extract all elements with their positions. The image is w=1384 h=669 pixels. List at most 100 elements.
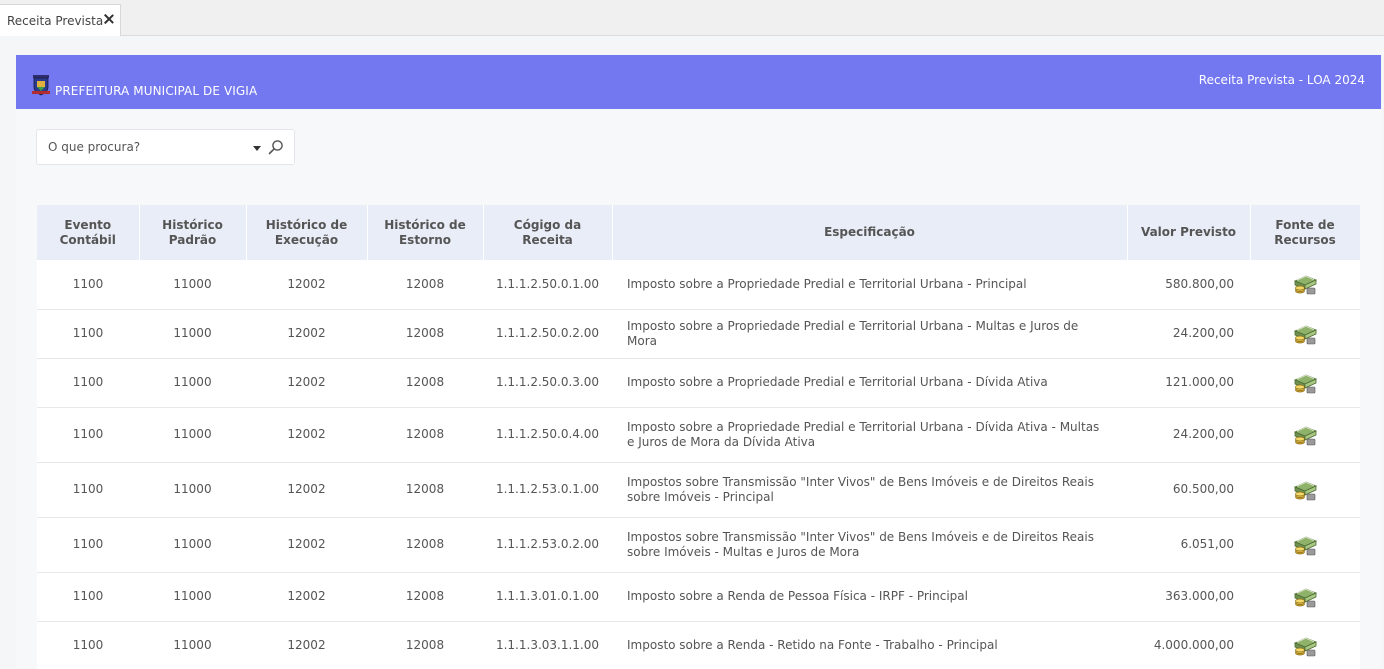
especificacao-cell: Imposto sobre a Propriedade Predial e Te… — [612, 309, 1127, 359]
especificacao-cell: Imposto sobre a Renda - Retido na Fonte … — [612, 621, 1127, 669]
historico-padrao-cell: 11000 — [139, 621, 246, 669]
codigo-receita-cell: 1.1.1.3.03.1.1.00 — [483, 621, 612, 669]
historico-execucao-cell: 12002 — [246, 517, 367, 573]
fonte-recursos-cell[interactable] — [1250, 358, 1360, 408]
column-header: Histórico de Estorno — [367, 205, 484, 260]
evento-contabil-cell: 1100 — [37, 407, 139, 463]
evento-contabil-cell: 1100 — [37, 260, 139, 310]
close-icon[interactable] — [104, 14, 114, 24]
codigo-receita-cell: 1.1.1.2.50.0.2.00 — [483, 309, 612, 359]
tab-bar: Receita Prevista — [0, 0, 1384, 36]
evento-contabil-cell: 1100 — [37, 572, 139, 622]
fonte-recursos-cell[interactable] — [1250, 621, 1360, 669]
fonte-recursos-cell[interactable] — [1250, 260, 1360, 310]
historico-execucao-cell: 12002 — [246, 309, 367, 359]
column-header: Histórico de Execução — [246, 205, 368, 260]
historico-estorno-cell: 12008 — [367, 407, 483, 463]
valor-previsto-cell: 24.200,00 — [1127, 407, 1250, 463]
search-box — [36, 129, 295, 165]
evento-contabil-cell: 1100 — [37, 621, 139, 669]
historico-estorno-cell: 12008 — [367, 260, 483, 310]
historico-estorno-cell: 12008 — [367, 621, 483, 669]
codigo-receita-cell: 1.1.1.2.53.0.2.00 — [483, 517, 612, 573]
money-stack-icon[interactable] — [1292, 322, 1318, 346]
table-row: 1100 11000 12002 12008 1.1.1.2.50.0.1.00 Impo… — [37, 260, 1360, 310]
evento-contabil-cell: 1100 — [37, 517, 139, 573]
table-row: 1100 11000 12002 12008 1.1.1.2.50.0.3.00 Impo… — [37, 358, 1360, 408]
revenue-table-container: Evento Contábil Histórico Padrão Histórico… — [37, 205, 1360, 669]
evento-contabil-cell: 1100 — [37, 309, 139, 359]
column-header: Histórico Padrão — [139, 205, 247, 260]
historico-padrao-cell: 11000 — [139, 572, 246, 622]
table-row: 1100 11000 12002 12008 1.1.1.2.50.0.2.00 Impo… — [37, 309, 1360, 359]
historico-padrao-cell: 11000 — [139, 358, 246, 408]
historico-estorno-cell: 12008 — [367, 517, 483, 573]
evento-contabil-cell: 1100 — [37, 358, 139, 408]
column-header: Evento Contábil — [37, 205, 140, 260]
table-row: 1100 11000 12002 12008 1.1.1.2.53.0.2.00 Impo… — [37, 517, 1360, 573]
money-stack-icon[interactable] — [1292, 634, 1318, 658]
valor-previsto-cell: 4.000.000,00 — [1127, 621, 1250, 669]
historico-execucao-cell: 12002 — [246, 260, 367, 310]
column-header: Fonte de Recursos — [1250, 205, 1360, 260]
codigo-receita-cell: 1.1.1.2.50.0.3.00 — [483, 358, 612, 408]
historico-execucao-cell: 12002 — [246, 621, 367, 669]
codigo-receita-cell: 1.1.1.2.50.0.1.00 — [483, 260, 612, 310]
page-header: PREFEITURA MUNICIPAL DE VIGIA Receita Pr… — [16, 55, 1381, 109]
historico-padrao-cell: 11000 — [139, 517, 246, 573]
table-row: 1100 11000 12002 12008 1.1.1.2.53.0.1.00 Impo… — [37, 462, 1360, 518]
valor-previsto-cell: 121.000,00 — [1127, 358, 1250, 408]
historico-execucao-cell: 12002 — [246, 462, 367, 518]
revenue-table: Evento Contábil Histórico Padrão Histórico… — [37, 205, 1360, 669]
column-header: Valor Previsto — [1127, 205, 1251, 260]
historico-estorno-cell: 12008 — [367, 572, 483, 622]
fonte-recursos-cell[interactable] — [1250, 309, 1360, 359]
fonte-recursos-cell[interactable] — [1250, 517, 1360, 573]
valor-previsto-cell: 24.200,00 — [1127, 309, 1250, 359]
tab-label: Receita Prevista — [7, 13, 104, 28]
fonte-recursos-cell[interactable] — [1250, 407, 1360, 463]
column-header: Cógigo da Receita — [483, 205, 613, 260]
page-title: Receita Prevista - LOA 2024 — [1198, 73, 1365, 87]
organization-name: PREFEITURA MUNICIPAL DE VIGIA — [55, 84, 258, 98]
valor-previsto-cell: 60.500,00 — [1127, 462, 1250, 518]
money-stack-icon[interactable] — [1292, 423, 1318, 447]
valor-previsto-cell: 6.051,00 — [1127, 517, 1250, 573]
historico-padrao-cell: 11000 — [139, 407, 246, 463]
money-stack-icon[interactable] — [1292, 533, 1318, 557]
search-input[interactable] — [48, 138, 238, 156]
money-stack-icon[interactable] — [1292, 272, 1318, 296]
especificacao-cell: Imposto sobre a Propriedade Predial e Te… — [612, 260, 1127, 310]
money-stack-icon[interactable] — [1292, 478, 1318, 502]
table-row: 1100 11000 12002 12008 1.1.1.3.03.1.1.00 Impo… — [37, 621, 1360, 669]
historico-estorno-cell: 12008 — [367, 462, 483, 518]
fonte-recursos-cell[interactable] — [1250, 572, 1360, 622]
valor-previsto-cell: 580.800,00 — [1127, 260, 1250, 310]
evento-contabil-cell: 1100 — [37, 462, 139, 518]
column-header: Especificação — [612, 205, 1128, 260]
historico-padrao-cell: 11000 — [139, 309, 246, 359]
historico-estorno-cell: 12008 — [367, 309, 483, 359]
table-row: 1100 11000 12002 12008 1.1.1.3.01.0.1.00 Impo… — [37, 572, 1360, 622]
table-row: 1100 11000 12002 12008 1.1.1.2.50.0.4.00 Impo… — [37, 407, 1360, 463]
table-header-row: Evento Contábil Histórico Padrão Histórico… — [37, 205, 1360, 260]
money-stack-icon[interactable] — [1292, 585, 1318, 609]
historico-padrao-cell: 11000 — [139, 260, 246, 310]
historico-execucao-cell: 12002 — [246, 358, 367, 408]
caret-down-icon[interactable] — [253, 146, 261, 151]
codigo-receita-cell: 1.1.1.2.50.0.4.00 — [483, 407, 612, 463]
valor-previsto-cell: 363.000,00 — [1127, 572, 1250, 622]
main-content: PREFEITURA MUNICIPAL DE VIGIA Receita Pr… — [16, 55, 1381, 669]
especificacao-cell: Imposto sobre a Propriedade Predial e Te… — [612, 358, 1127, 408]
municipal-crest-icon — [32, 75, 50, 96]
historico-execucao-cell: 12002 — [246, 572, 367, 622]
fonte-recursos-cell[interactable] — [1250, 462, 1360, 518]
historico-estorno-cell: 12008 — [367, 358, 483, 408]
search-icon[interactable] — [268, 139, 284, 155]
especificacao-cell: Imposto sobre a Propriedade Predial e Te… — [612, 407, 1127, 463]
tab-receita-prevista[interactable]: Receita Prevista — [0, 4, 121, 36]
codigo-receita-cell: 1.1.1.3.01.0.1.00 — [483, 572, 612, 622]
money-stack-icon[interactable] — [1292, 371, 1318, 395]
especificacao-cell: Impostos sobre Transmissão "Inter Vivos"… — [612, 462, 1127, 518]
especificacao-cell: Impostos sobre Transmissão "Inter Vivos"… — [612, 517, 1127, 573]
